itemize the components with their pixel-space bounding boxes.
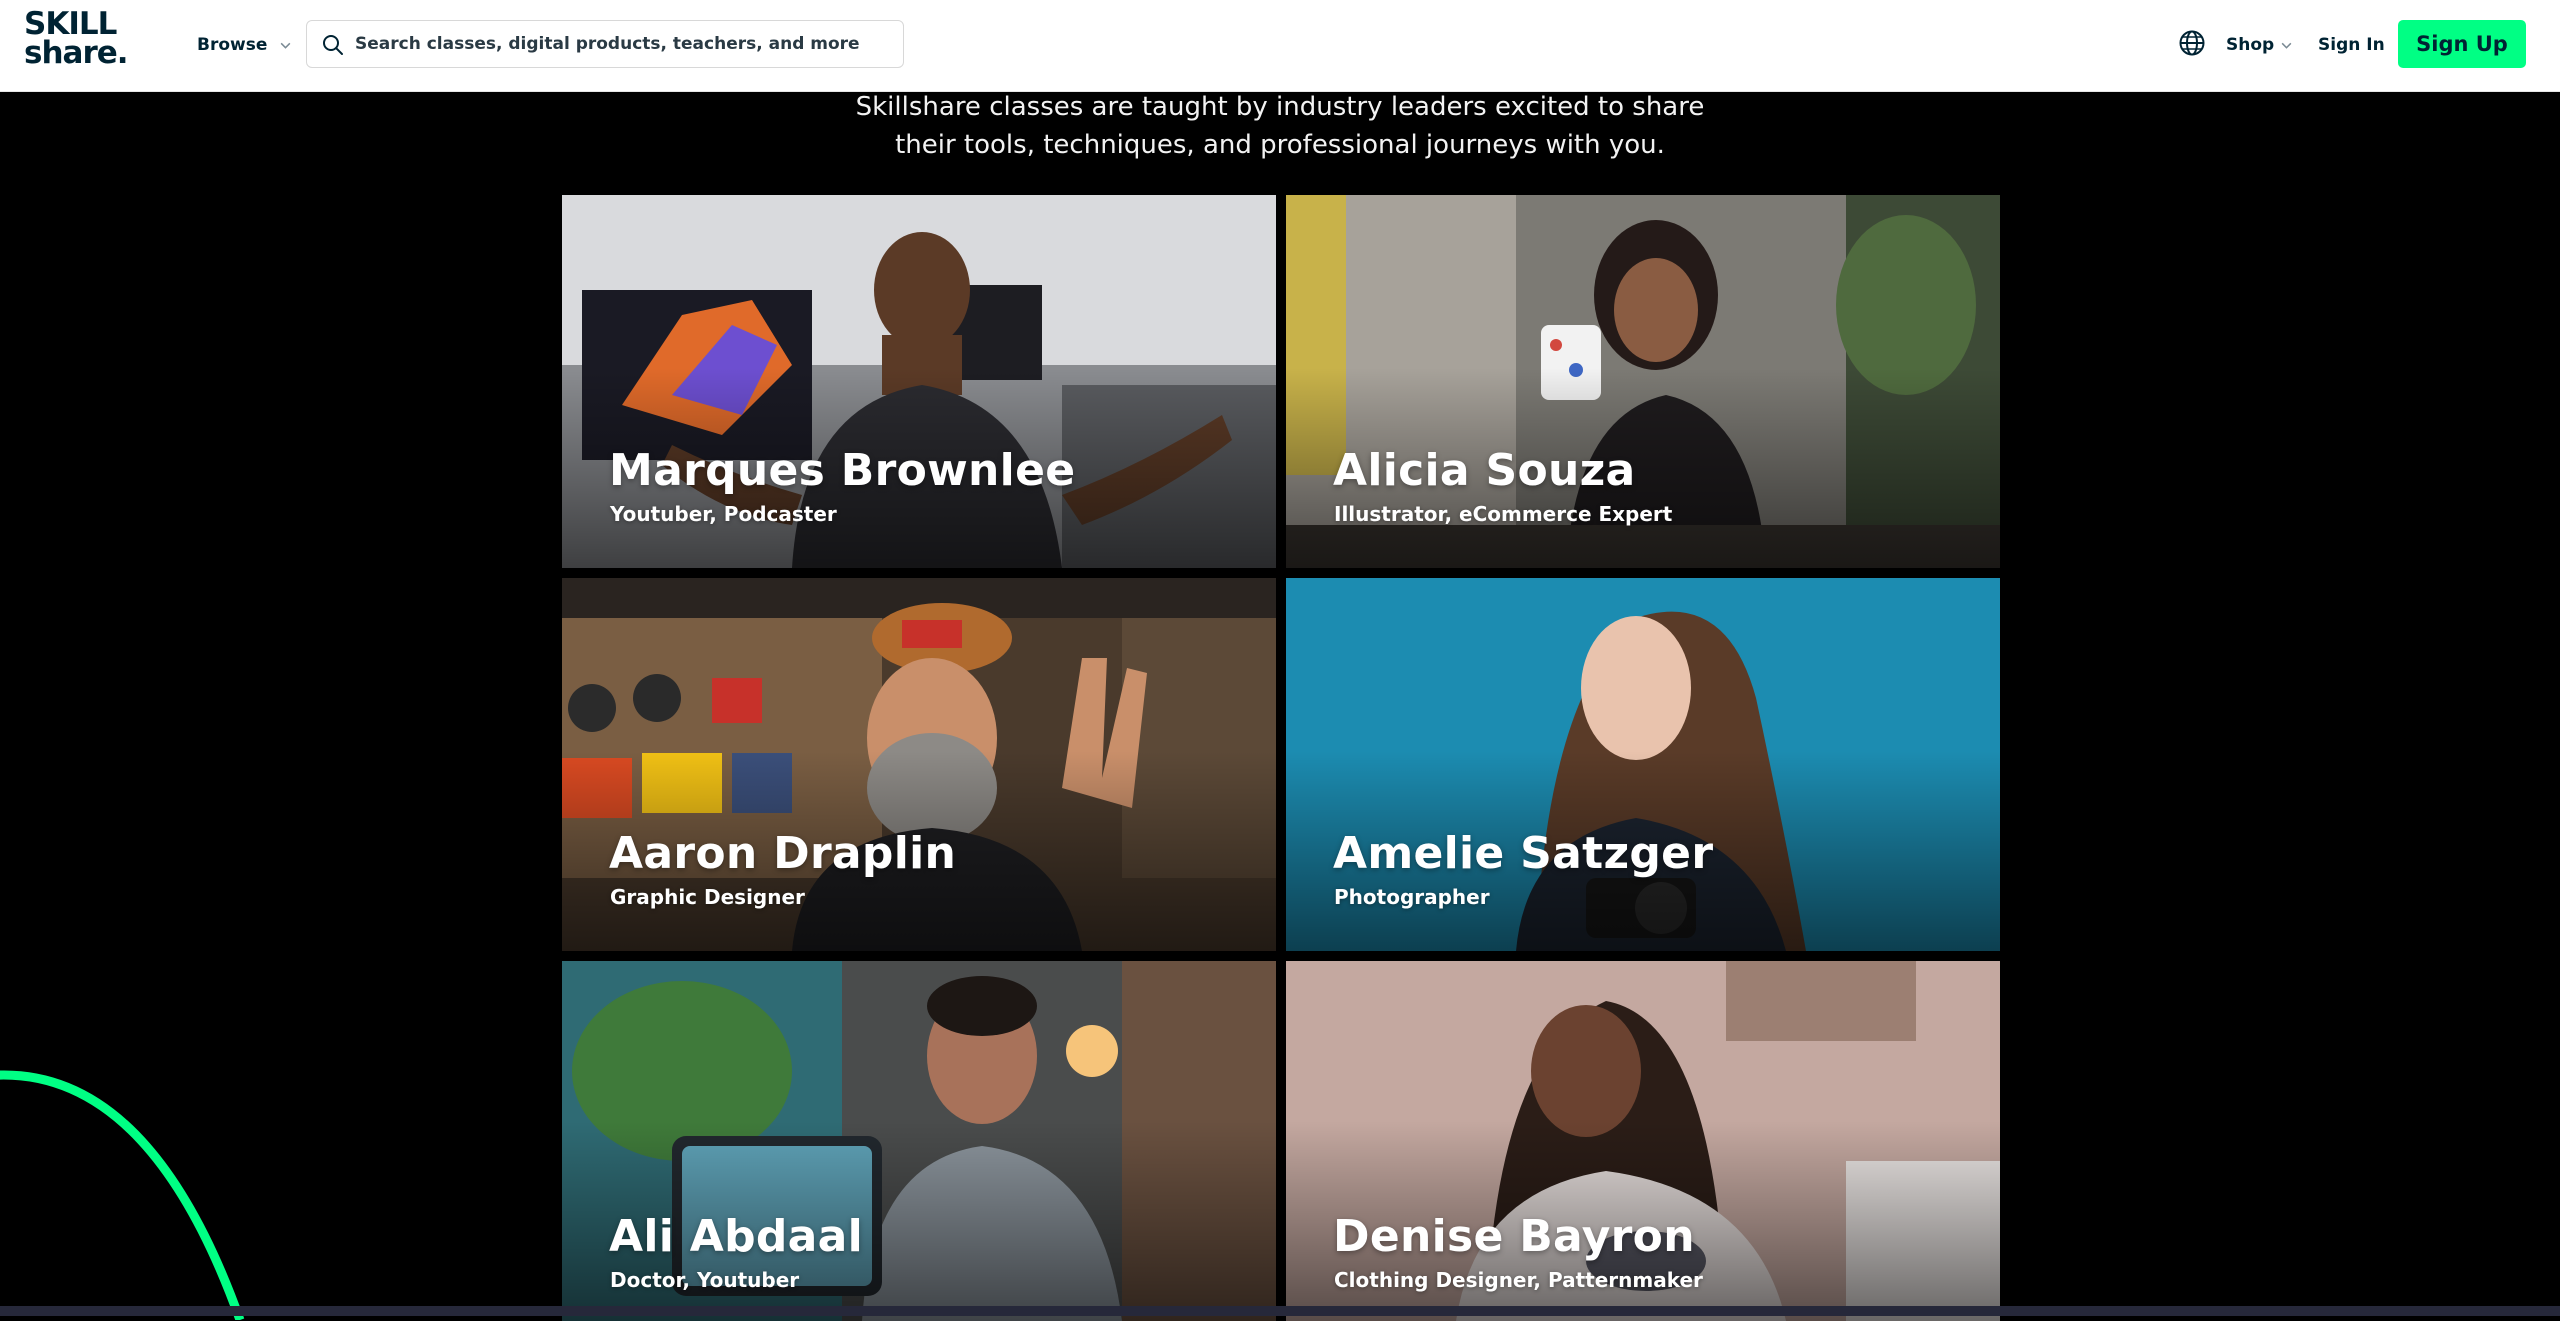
teacher-role: Photographer: [1334, 885, 1490, 909]
logo-line-2: share.: [24, 35, 129, 71]
search-icon: [323, 35, 343, 55]
teacher-name: Alicia Souza: [1333, 445, 1636, 496]
teacher-card[interactable]: Marques Brownlee Youtuber, Podcaster: [562, 195, 1276, 568]
subtitle-line-1: Skillshare classes are taught by industr…: [855, 92, 1705, 122]
teacher-name: Amelie Satzger: [1333, 828, 1714, 879]
sign-in-link[interactable]: Sign In: [2318, 30, 2385, 60]
teachers-intro-text: Skillshare classes are taught by industr…: [780, 88, 1780, 164]
subtitle-line-2: their tools, techniques, and professiona…: [895, 130, 1665, 160]
bottom-edge-strip: [0, 1306, 2560, 1316]
chevron-down-icon: [281, 42, 291, 49]
skillshare-logo[interactable]: SKILL share.: [24, 9, 154, 76]
teacher-card[interactable]: Aaron Draplin Graphic Designer: [562, 578, 1276, 951]
teacher-card[interactable]: Denise Bayron Clothing Designer, Pattern…: [1286, 961, 2000, 1321]
browse-label: Browse: [197, 35, 268, 55]
browse-menu-button[interactable]: Browse: [197, 30, 292, 60]
teacher-name: Ali Abdaal: [609, 1211, 864, 1262]
teacher-role: Doctor, Youtuber: [610, 1268, 800, 1292]
chevron-down-icon: [2281, 42, 2292, 49]
teacher-name: Marques Brownlee: [609, 445, 1076, 496]
teacher-role: Youtuber, Podcaster: [610, 502, 837, 526]
teacher-grid: Marques Brownlee Youtuber, Podcaster Ali…: [562, 195, 2000, 1321]
teacher-name: Denise Bayron: [1333, 1211, 1695, 1262]
globe-icon[interactable]: [2178, 29, 2206, 57]
decorative-green-arc: [0, 1070, 245, 1320]
teacher-card[interactable]: Amelie Satzger Photographer: [1286, 578, 2000, 951]
site-header: SKILL share. Browse Shop Sign In Sign Up: [0, 0, 2560, 92]
teacher-role: Clothing Designer, Patternmaker: [1334, 1268, 1703, 1292]
teacher-role: Graphic Designer: [610, 885, 805, 909]
shop-menu-button[interactable]: Shop: [2226, 30, 2293, 60]
teacher-name: Aaron Draplin: [609, 828, 957, 879]
search-input[interactable]: [353, 23, 903, 65]
shop-label: Shop: [2226, 35, 2275, 55]
sign-up-button[interactable]: Sign Up: [2398, 20, 2526, 68]
teacher-card[interactable]: Ali Abdaal Doctor, Youtuber: [562, 961, 1276, 1321]
search-bar: [306, 20, 904, 68]
teacher-card[interactable]: Alicia Souza Illustrator, eCommerce Expe…: [1286, 195, 2000, 568]
teacher-role: Illustrator, eCommerce Expert: [1334, 502, 1673, 526]
